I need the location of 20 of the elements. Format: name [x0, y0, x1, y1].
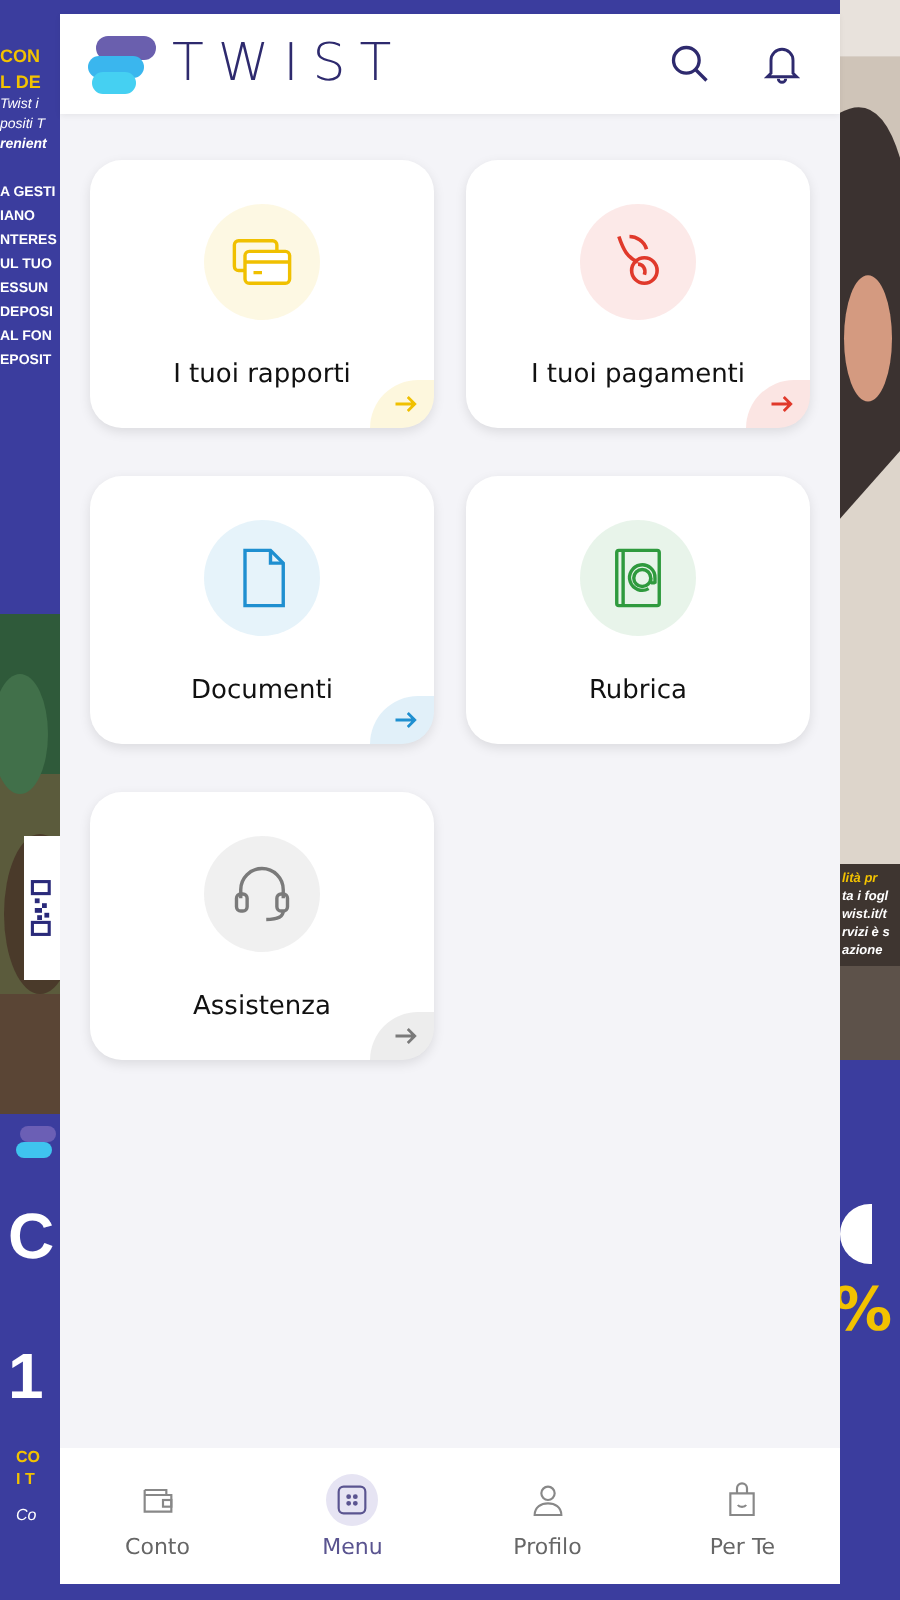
brand-name: TWIST: [172, 34, 406, 94]
menu-card[interactable]: Documenti: [90, 476, 434, 744]
nav-tab[interactable]: Conto: [60, 1448, 255, 1584]
bell-icon: [760, 42, 804, 86]
menu-card[interactable]: Rubrica: [466, 476, 810, 744]
poster-text: 1: [8, 1338, 44, 1416]
search-icon: [668, 42, 712, 86]
poster-text: Co: [16, 1506, 37, 1524]
menu-card[interactable]: Assistenza: [90, 792, 434, 1060]
poster-text: CO: [16, 1446, 40, 1468]
nav-tab[interactable]: Per Te: [645, 1448, 840, 1584]
menu-card[interactable]: I tuoi pagamenti: [466, 160, 810, 428]
poster-text: L DE: [0, 70, 43, 96]
poster-text: C: [8, 1198, 55, 1276]
poster-text: CON: [0, 44, 42, 70]
nav-tab[interactable]: Profilo: [450, 1448, 645, 1584]
menu-card[interactable]: I tuoi rapporti: [90, 160, 434, 428]
logo-icon: [88, 30, 156, 98]
poster-text: I T: [16, 1468, 35, 1490]
nav-tab[interactable]: Menu: [255, 1448, 450, 1584]
